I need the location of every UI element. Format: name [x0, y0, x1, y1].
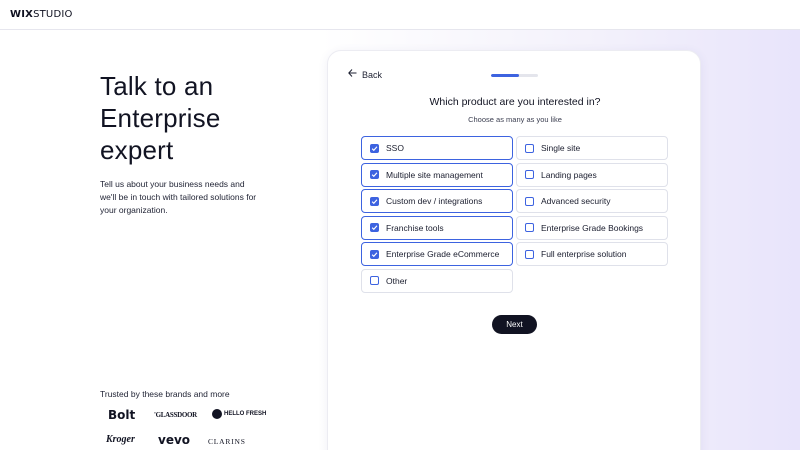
headline-line: Enterprise: [100, 103, 221, 133]
checkbox-unchecked-icon[interactable]: [525, 143, 534, 153]
option-label: Enterprise Grade eCommerce: [386, 249, 500, 259]
option-full-enterprise-solution[interactable]: Full enterprise solution: [516, 242, 668, 266]
page-title: Talk to an Enterprise expert: [100, 70, 300, 166]
option-label: Multiple site management: [386, 169, 483, 180]
arrow-left-icon: [348, 69, 357, 80]
next-button[interactable]: Next: [492, 315, 537, 334]
glassdoor-logo: 'GLASSDOOR: [154, 411, 197, 419]
headline-line: expert: [100, 135, 174, 165]
question-title: Which product are you interested in?: [429, 96, 601, 108]
checkbox-checked-icon[interactable]: [370, 223, 379, 232]
option-label: Enterprise Grade Bookings: [541, 222, 644, 233]
checkbox-checked-icon[interactable]: [370, 249, 379, 259]
option-other[interactable]: Other: [361, 268, 513, 293]
clarins-logo: CLARINS: [208, 437, 246, 446]
checkbox-checked-icon[interactable]: [370, 196, 379, 206]
option-custom-dev-integrations[interactable]: Custom dev / integrations: [361, 189, 513, 213]
option-label: Franchise tools: [386, 222, 444, 233]
headline-line: Talk to an: [100, 71, 214, 101]
checkbox-unchecked-icon[interactable]: [525, 223, 534, 232]
logo-light-text: STUDIO: [33, 9, 73, 20]
product-form-card: Back Which product are you interested in…: [327, 50, 701, 450]
vevo-logo: vevo: [158, 433, 191, 447]
checkbox-unchecked-icon[interactable]: [525, 249, 534, 259]
option-label: Full enterprise solution: [541, 249, 627, 259]
option-enterprise-grade-ecommerce[interactable]: Enterprise Grade eCommerce: [361, 242, 513, 266]
logo-bold-text: WIX: [10, 9, 34, 20]
option-landing-pages[interactable]: Landing pages: [516, 162, 668, 187]
option-single-site[interactable]: Single site: [516, 136, 668, 160]
option-label: SSO: [386, 143, 404, 153]
intro-line: Tell us about your business needs and: [100, 179, 245, 189]
option-label: Single site: [541, 143, 581, 153]
option-label: Advanced security: [541, 196, 611, 206]
kroger-logo: Kroger: [106, 434, 135, 445]
bolt-logo: Bolt: [108, 408, 136, 422]
back-label: Back: [362, 69, 383, 80]
intro-line: your organization.: [100, 205, 168, 215]
progress-fill: [491, 74, 520, 77]
back-button[interactable]: Back: [348, 69, 382, 80]
option-multiple-site-management[interactable]: Multiple site management: [361, 162, 513, 187]
hellofresh-logo: HELLO FRESH: [212, 409, 267, 419]
progress-bar: [491, 74, 538, 77]
hellofresh-text: HELLO FRESH: [224, 411, 267, 417]
hero-section: Talk to an Enterprise expert Tell us abo…: [100, 70, 300, 217]
option-franchise-tools[interactable]: Franchise tools: [361, 215, 513, 240]
option-advanced-security[interactable]: Advanced security: [516, 189, 668, 213]
glassdoor-text: GLASSDOOR: [155, 411, 198, 419]
trusted-brands-label: Trusted by these brands and more: [100, 389, 230, 399]
intro-text: Tell us about your business needs and we…: [100, 178, 270, 217]
top-bar: WIXSTUDIO: [0, 0, 800, 30]
option-label: Custom dev / integrations: [386, 196, 483, 206]
checkbox-checked-icon[interactable]: [370, 170, 379, 179]
intro-line: we'll be in touch with tailored solution…: [100, 192, 257, 202]
checkbox-unchecked-icon[interactable]: [370, 276, 379, 285]
hellofresh-mark-icon: [212, 409, 222, 419]
option-label: Other: [386, 275, 408, 286]
checkbox-unchecked-icon[interactable]: [525, 196, 534, 206]
question-subtitle: Choose as many as you like: [468, 115, 562, 124]
option-sso[interactable]: SSO: [361, 136, 513, 160]
checkbox-checked-icon[interactable]: [370, 143, 379, 153]
option-enterprise-grade-bookings[interactable]: Enterprise Grade Bookings: [516, 215, 668, 240]
checkbox-unchecked-icon[interactable]: [525, 170, 534, 179]
wix-studio-logo[interactable]: WIXSTUDIO: [10, 9, 73, 20]
option-label: Landing pages: [541, 169, 597, 180]
